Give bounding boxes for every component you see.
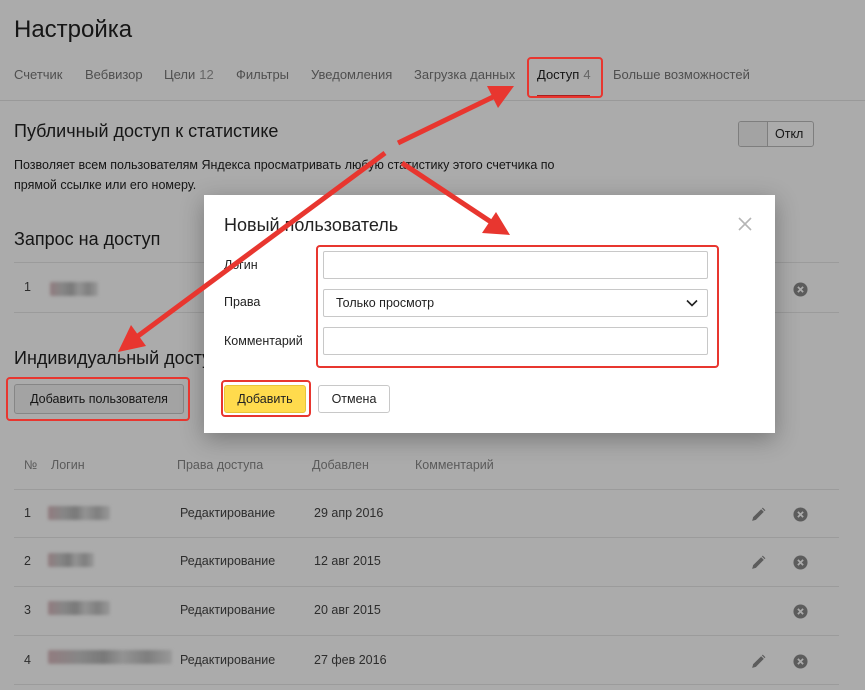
login-input[interactable] (323, 251, 708, 279)
add-button[interactable]: Добавить (224, 385, 306, 413)
rights-select[interactable]: Только просмотр (323, 289, 708, 317)
rights-label: Права (224, 295, 261, 309)
comment-input[interactable] (323, 327, 708, 355)
login-label: Логин (224, 258, 258, 272)
rights-select-value: Только просмотр (336, 296, 435, 310)
dialog-title: Новый пользователь (224, 215, 399, 235)
close-icon[interactable] (736, 215, 754, 233)
cancel-button[interactable]: Отмена (318, 385, 390, 413)
chevron-down-icon (686, 299, 698, 307)
comment-label: Комментарий (224, 334, 303, 348)
new-user-dialog: Новый пользователь Логин Права Только пр… (204, 195, 775, 433)
